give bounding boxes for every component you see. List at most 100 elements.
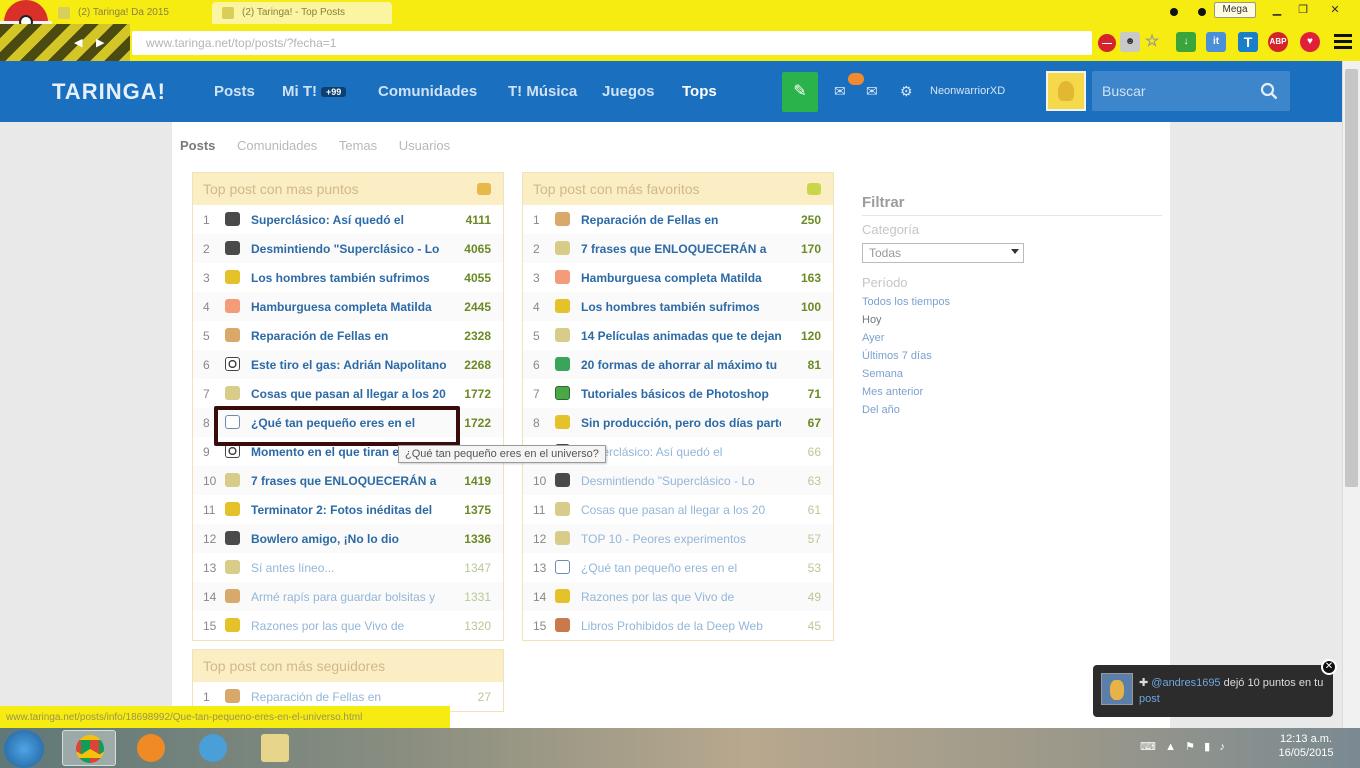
table-row[interactable]: 11 Cosas que pasan al llegar a los 20 61: [523, 495, 833, 524]
post-title-link[interactable]: Este tiro el gas: Adrián Napolitano: [251, 358, 451, 372]
username[interactable]: NeonwarriorXD: [930, 85, 1005, 97]
address-bar[interactable]: www.taringa.net/top/posts/?fecha=1: [132, 31, 1092, 55]
post-title-link[interactable]: 20 formas de ahorrar al máximo tu: [581, 358, 781, 372]
taskbar-clock[interactable]: 12:13 a.m. 16/05/2015: [1266, 732, 1346, 760]
table-row[interactable]: 4 Los hombres también sufrimos 100: [523, 292, 833, 321]
post-title-link[interactable]: Desmintiendo "Superclásico - Lo: [581, 474, 781, 488]
post-title-link[interactable]: Los hombres también sufrimos: [581, 300, 781, 314]
table-row[interactable]: 13 Sí antes líneo... 1347: [193, 553, 503, 582]
period-option[interactable]: Hoy: [862, 314, 1162, 332]
post-title-link[interactable]: Sí antes líneo...: [251, 561, 451, 575]
post-title-link[interactable]: Hamburguesa completa Matilda: [251, 300, 451, 314]
start-button[interactable]: [4, 730, 44, 768]
table-row[interactable]: 1 Superclásico: Así quedó el 4111: [193, 205, 503, 234]
taringa-logo[interactable]: TARINGA!: [52, 79, 166, 105]
post-title-link[interactable]: Desmintiendo "Superclásico - Lo: [251, 242, 451, 256]
browser-tab-2-active[interactable]: (2) Taringa! - Top Posts: [212, 2, 392, 24]
green-extension-icon[interactable]: ↓: [1176, 32, 1196, 52]
keyboard-icon[interactable]: ⌨: [1140, 741, 1156, 753]
post-title-link[interactable]: 14 Películas animadas que te dejan: [581, 329, 781, 343]
table-row[interactable]: 14 Razones por las que Vivo de 49: [523, 582, 833, 611]
heart-extension-icon[interactable]: ♥: [1300, 32, 1320, 52]
table-row[interactable]: 15 Libros Prohibidos de la Deep Web 45: [523, 611, 833, 640]
nav-tops[interactable]: Tops: [682, 83, 717, 100]
search-input[interactable]: [1102, 83, 1252, 99]
period-option[interactable]: Semana: [862, 368, 1162, 386]
toast-post-link[interactable]: post: [1139, 693, 1160, 705]
post-title-link[interactable]: 7 frases que ENLOQUECERÁN a: [251, 474, 451, 488]
page-scrollbar[interactable]: [1342, 61, 1360, 728]
nav-posts[interactable]: Posts: [214, 83, 255, 100]
table-row[interactable]: 6 20 formas de ahorrar al máximo tu 81: [523, 350, 833, 379]
search-icon[interactable]: [1260, 82, 1278, 100]
subtab-usuarios[interactable]: Usuarios: [399, 138, 450, 153]
post-title-link[interactable]: Terminator 2: Fotos inéditas del: [251, 503, 451, 517]
back-icon[interactable]: ◀: [74, 36, 82, 49]
system-tray[interactable]: ⌨ ▲ ⚑ ▮ ♪: [1140, 740, 1225, 753]
post-title-link[interactable]: Tutoriales básicos de Photoshop: [581, 387, 781, 401]
period-option[interactable]: Últimos 7 días: [862, 350, 1162, 368]
post-title-link[interactable]: Armé rapís para guardar bolsitas y: [251, 590, 451, 604]
t-extension-icon[interactable]: T: [1238, 32, 1258, 52]
post-title-link[interactable]: Superclásico: Así quedó el: [251, 213, 451, 227]
table-row[interactable]: 14 Armé rapís para guardar bolsitas y 1331: [193, 582, 503, 611]
messages-icon[interactable]: ✉: [834, 83, 846, 100]
toast-user-link[interactable]: @andres1695: [1151, 677, 1220, 689]
flag-icon[interactable]: ⚑: [1185, 741, 1195, 753]
post-title-link[interactable]: Razones por las que Vivo de: [251, 619, 451, 633]
period-option[interactable]: Todos los tiempos: [862, 296, 1162, 314]
post-title-link[interactable]: Reparación de Fellas en: [251, 690, 451, 704]
nav-juegos[interactable]: Juegos: [602, 83, 655, 100]
subtab-posts[interactable]: Posts: [180, 138, 215, 153]
post-title-link[interactable]: Libros Prohibidos de la Deep Web: [581, 619, 781, 633]
table-row[interactable]: 13 ¿Qué tan pequeño eres en el 53: [523, 553, 833, 582]
forward-icon[interactable]: ▶: [96, 36, 104, 49]
table-row[interactable]: 12 Bowlero amigo, ¡No lo dio 1336: [193, 524, 503, 553]
nav-musica[interactable]: T! Música: [508, 83, 577, 100]
table-row[interactable]: 7 Cosas que pasan al llegar a los 20 1772: [193, 379, 503, 408]
mail-icon[interactable]: ✉: [866, 83, 878, 100]
table-row[interactable]: 4 Hamburguesa completa Matilda 2445: [193, 292, 503, 321]
table-row[interactable]: 3 Hamburguesa completa Matilda 163: [523, 263, 833, 292]
table-row[interactable]: 10 7 frases que ENLOQUECERÁN a 1419: [193, 466, 503, 495]
chrome-menu-icon[interactable]: [1334, 34, 1352, 50]
maximize-icon[interactable]: ❐: [1290, 2, 1316, 18]
table-row[interactable]: 5 14 Películas animadas que te dejan 120: [523, 321, 833, 350]
table-row[interactable]: 10 Desmintiendo "Superclásico - Lo 63: [523, 466, 833, 495]
table-row[interactable]: 15 Razones por las que Vivo de 1320: [193, 611, 503, 640]
it-extension-icon[interactable]: it: [1206, 32, 1226, 52]
post-title-link[interactable]: Reparación de Fellas en: [251, 329, 451, 343]
post-title-link[interactable]: Sin producción, pero dos días parte: [581, 416, 781, 430]
table-row[interactable]: 8 Sin producción, pero dos días parte 67: [523, 408, 833, 437]
mega-extension-button[interactable]: Mega: [1214, 2, 1256, 18]
post-title-link[interactable]: TOP 10 - Peores experimentos: [581, 532, 781, 546]
post-title-link[interactable]: ¿Qué tan pequeño eres en el: [581, 561, 781, 575]
scroll-thumb[interactable]: [1345, 69, 1358, 487]
nav-mi-t[interactable]: Mi T! +99: [282, 83, 347, 100]
toast-close-icon[interactable]: ✕: [1321, 659, 1337, 675]
stop-extension-icon[interactable]: —: [1098, 34, 1116, 52]
post-title-link[interactable]: Reparación de Fellas en: [581, 213, 781, 227]
nav-comunidades[interactable]: Comunidades: [378, 83, 477, 100]
category-select[interactable]: Todas: [862, 243, 1024, 263]
close-icon[interactable]: ✕: [1318, 2, 1352, 18]
bookmark-star-icon[interactable]: ☆: [1142, 32, 1162, 52]
post-title-link[interactable]: Hamburguesa completa Matilda: [581, 271, 781, 285]
post-title-link[interactable]: Cosas que pasan al llegar a los 20: [251, 387, 451, 401]
subtab-comunidades[interactable]: Comunidades: [237, 138, 317, 153]
table-row[interactable]: 5 Reparación de Fellas en 2328: [193, 321, 503, 350]
table-row[interactable]: 3 Los hombres también sufrimos 4055: [193, 263, 503, 292]
network-icon[interactable]: ▮: [1204, 741, 1210, 753]
owl-extension-icon[interactable]: ☻: [1120, 32, 1140, 52]
post-title-link[interactable]: 7 frases que ENLOQUECERÁN a: [581, 242, 781, 256]
browser-tab-1[interactable]: (2) Taringa! Da 2015: [48, 2, 208, 24]
settings-gear-icon[interactable]: ⚙: [900, 83, 913, 100]
post-title-link[interactable]: Razones por las que Vivo de: [581, 590, 781, 604]
taskbar-network[interactable]: [186, 730, 240, 766]
new-post-button[interactable]: ✎: [782, 72, 818, 112]
period-option[interactable]: Ayer: [862, 332, 1162, 350]
user-avatar[interactable]: [1046, 71, 1086, 111]
volume-icon[interactable]: ♪: [1219, 741, 1225, 753]
period-option[interactable]: Mes anterior: [862, 386, 1162, 404]
table-row[interactable]: 12 TOP 10 - Peores experimentos 57: [523, 524, 833, 553]
